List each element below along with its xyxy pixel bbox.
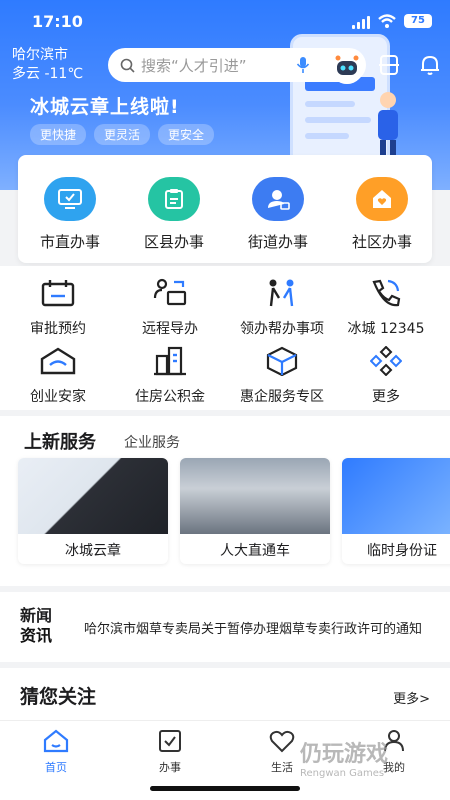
tab-enterprise-services[interactable]: 企业服务 — [124, 432, 180, 452]
watermark-logo: 仍玩游戏 Rengwan Games — [300, 736, 388, 779]
grid-item-housing-fund[interactable]: 住房公积金 — [114, 344, 226, 406]
grid-label: 惠企服务专区 — [240, 389, 324, 405]
bell-icon[interactable] — [420, 54, 440, 76]
city-name: 哈尔滨市 — [12, 47, 68, 63]
tab-label: 首页 — [45, 761, 67, 774]
promo-tag: 更安全 — [158, 124, 215, 145]
signal-icon — [352, 16, 370, 29]
grid-item-enterprise[interactable]: 惠企服务专区 — [226, 344, 338, 406]
promo-tag: 更快捷 — [30, 124, 87, 145]
person-id-icon — [252, 177, 304, 221]
grid-item-startup[interactable]: 创业安家 — [2, 344, 114, 406]
service-grid: 审批预约 远程导办 领办帮办事项 冰城 12345 创业安家 住房公积金 惠企服… — [0, 266, 450, 410]
main-service-district[interactable]: 区县办事 — [122, 177, 226, 252]
handshake-photo — [180, 458, 330, 534]
new-services-section: 上新服务 企业服务 冰城云章 人大直通车 临时身份证 — [0, 416, 450, 586]
section-title: 猜您关注 — [20, 686, 97, 708]
guess-you-follow: 猜您关注 更多> — [0, 668, 450, 720]
main-service-city[interactable]: 市直办事 — [18, 177, 122, 252]
signing-photo — [18, 458, 168, 534]
grid-label: 住房公积金 — [135, 389, 205, 405]
more-link[interactable]: 更多> — [393, 688, 430, 707]
monitor-icon — [44, 177, 96, 221]
calendar-icon — [2, 276, 114, 310]
grid-label: 审批预约 — [30, 321, 86, 337]
tile-label: 临时身份证 — [367, 543, 437, 559]
diamonds-icon — [330, 344, 442, 378]
grid-item-approval[interactable]: 审批预约 — [2, 276, 114, 338]
document-photo — [342, 458, 450, 534]
news-badge-line2: 资讯 — [20, 626, 53, 645]
scan-icon[interactable] — [378, 54, 400, 76]
promo-title[interactable]: 冰城云章上线啦! — [30, 92, 180, 119]
people-help-icon — [226, 276, 338, 310]
service-tile[interactable]: 临时身份证 — [342, 458, 450, 564]
status-bar: 17:10 75 — [0, 10, 450, 34]
remote-guide-icon — [114, 276, 226, 310]
search-placeholder: 搜索“人才引进” — [141, 56, 247, 75]
tab-home[interactable]: 首页 — [26, 729, 86, 775]
grid-label: 更多 — [372, 389, 400, 405]
news-badge-line1: 新闻 — [20, 606, 53, 625]
main-service-label: 市直办事 — [39, 233, 100, 251]
main-service-label: 区县办事 — [143, 233, 204, 251]
section-title: 上新服务 — [24, 432, 96, 453]
status-time: 17:10 — [32, 12, 83, 31]
phone-icon — [330, 276, 442, 310]
clipboard-icon — [148, 177, 200, 221]
promo-tag: 更灵活 — [94, 124, 151, 145]
watermark-name: 仍玩游戏 — [300, 742, 389, 767]
grid-item-hotline[interactable]: 冰城 12345 — [330, 276, 442, 338]
main-services-card: 市直办事 区县办事 街道办事 社区办事 — [18, 155, 432, 263]
home-icon — [43, 729, 69, 753]
grid-label: 领办帮办事项 — [240, 321, 324, 337]
checkbox-icon — [159, 730, 181, 752]
main-service-street[interactable]: 街道办事 — [226, 177, 330, 252]
house-heart-icon — [356, 177, 408, 221]
heart-icon — [269, 730, 295, 753]
grid-item-more[interactable]: 更多 — [330, 344, 442, 406]
home-wifi-icon — [2, 344, 114, 378]
grid-label: 远程导办 — [142, 321, 198, 337]
microphone-icon[interactable] — [296, 56, 310, 74]
service-tile[interactable]: 人大直通车 — [180, 458, 330, 564]
grid-label: 创业安家 — [30, 389, 86, 405]
promo-tags: 更快捷 更灵活 更安全 — [30, 124, 215, 145]
tile-label: 人大直通车 — [220, 543, 290, 559]
home-indicator — [150, 786, 300, 791]
tab-services[interactable]: 办事 — [140, 729, 200, 775]
news-bar[interactable]: 新闻 资讯 哈尔滨市烟草专卖局关于暂停办理烟草专卖行政许可的通知 — [0, 592, 450, 662]
grid-item-remote[interactable]: 远程导办 — [114, 276, 226, 338]
grid-label: 冰城 12345 — [347, 321, 425, 337]
service-tile[interactable]: 冰城云章 — [18, 458, 168, 564]
location-weather[interactable]: 哈尔滨市 多云 -11℃ — [12, 46, 83, 84]
main-service-community[interactable]: 社区办事 — [330, 177, 434, 252]
news-headline[interactable]: 哈尔滨市烟草专卖局关于暂停办理烟草专卖行政许可的通知 — [84, 618, 444, 637]
main-service-label: 街道办事 — [247, 233, 308, 251]
news-badge: 新闻 资讯 — [20, 606, 66, 646]
box-icon — [226, 344, 338, 378]
search-icon — [120, 58, 135, 73]
watermark-sub: Rengwan Games — [300, 768, 385, 779]
weather-text: 多云 -11℃ — [12, 66, 84, 82]
building-icon — [114, 344, 226, 378]
grid-item-help[interactable]: 领办帮办事项 — [226, 276, 338, 338]
tab-label: 办事 — [159, 761, 181, 774]
assistant-robot-icon[interactable] — [330, 50, 364, 84]
search-bar[interactable]: 搜索“人才引进” — [108, 48, 366, 82]
tile-label: 冰城云章 — [65, 543, 121, 559]
main-service-label: 社区办事 — [351, 233, 412, 251]
battery-icon: 75 — [404, 14, 432, 28]
wifi-icon — [378, 14, 396, 28]
